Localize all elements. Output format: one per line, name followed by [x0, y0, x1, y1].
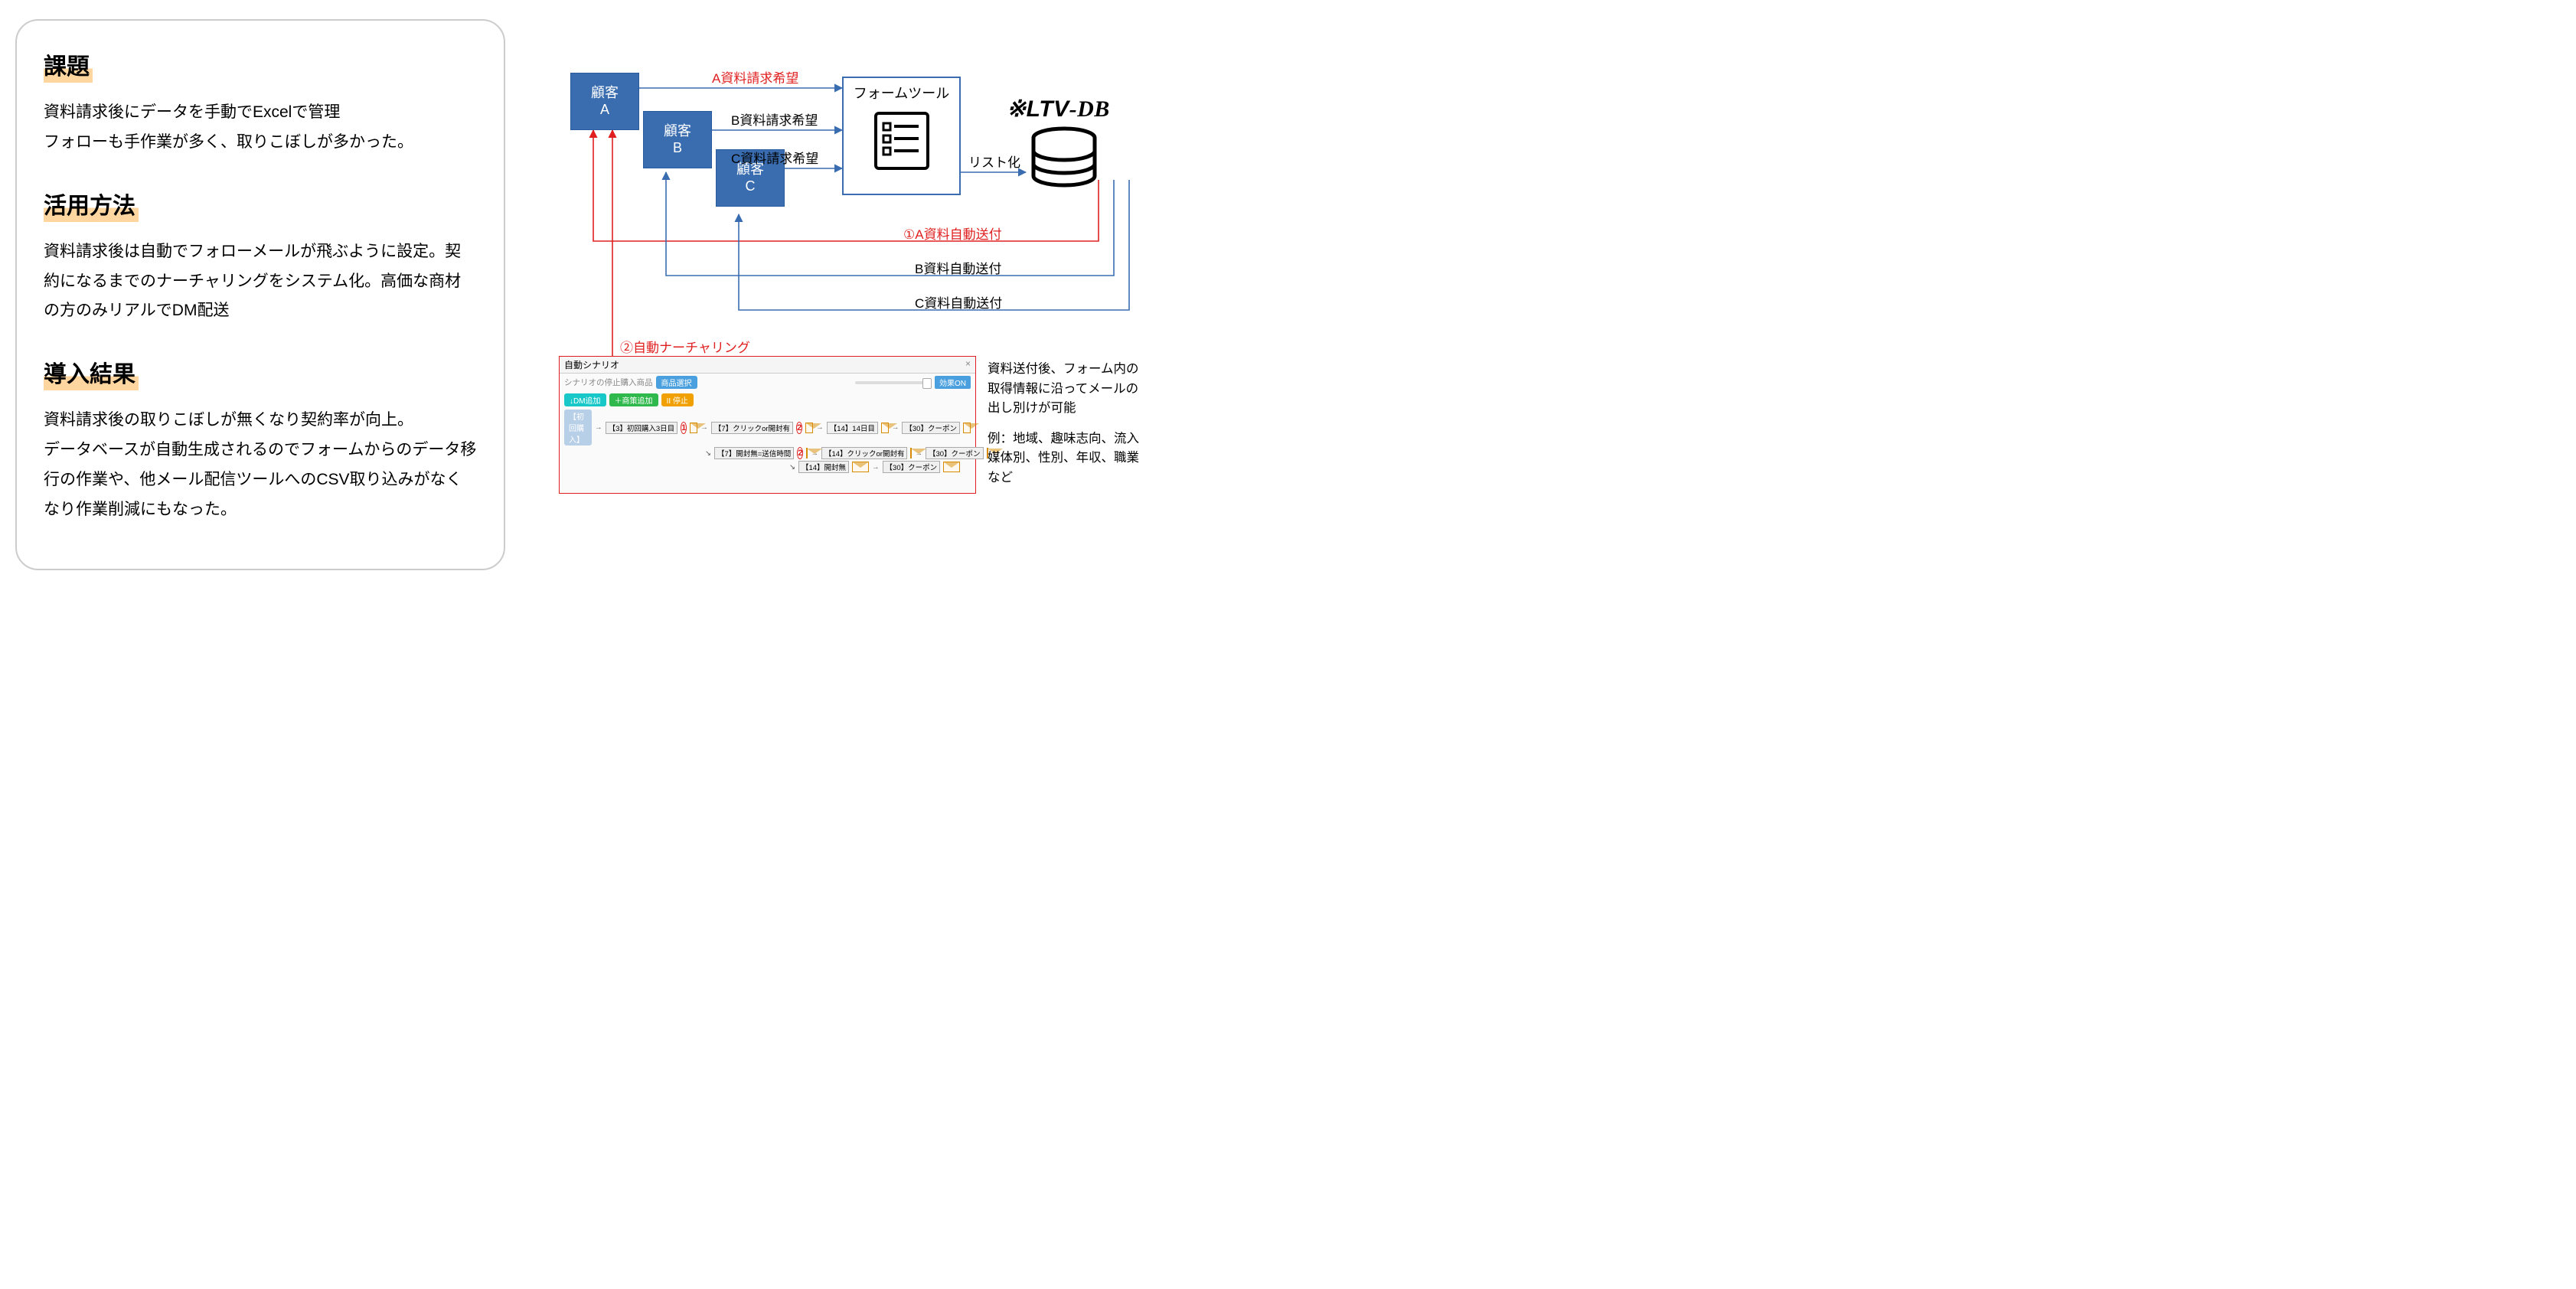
diagram-area: 顧客 A 顧客 B 顧客 C A資料請求希望 B資料請求希望 C資料請求希望 フ… [536, 31, 1164, 566]
effect-on-badge[interactable]: 効果ON [935, 376, 971, 389]
scenario-slider[interactable] [855, 381, 932, 384]
node-7b: 【7】開封無=送信時間 [714, 447, 794, 459]
arrow-icon: → [595, 423, 602, 432]
scenario-subtitle: シナリオの停止購入商品 [564, 377, 653, 388]
dm-add-button[interactable]: ↓DM追加 [564, 393, 606, 406]
scenario-toolbar-1: シナリオの停止購入商品 商品選択 効果ON [560, 374, 975, 391]
node-14: 【14】14日目 [827, 422, 878, 434]
label-req-a: A資料請求希望 [712, 67, 798, 86]
listify-label: リスト化 [968, 152, 1020, 171]
scenario-toolbar-2: ↓DM追加 ＋商策追加 II 停止 [560, 391, 975, 409]
node-30c: 【30】クーポン [883, 461, 941, 473]
node-30b: 【30】クーポン [926, 447, 984, 459]
customer-b: 顧客 B [643, 111, 712, 168]
left-panel: 課題 資料請求後にデータを手動でExcelで管理 フォローも手作業が多く、取りこ… [15, 19, 505, 570]
mail-icon [806, 448, 808, 458]
notes-p2: 例：地域、趣味志向、流入媒体別、性別、年収、職業など [988, 429, 1144, 488]
heading-result: 導入結果 [44, 355, 139, 390]
form-tool-label: フォームツール [854, 86, 949, 101]
mail-icon [690, 423, 697, 433]
start-node: 【初回購入】 [564, 410, 592, 445]
mail-icon [852, 462, 869, 472]
circle-1: 1 [681, 422, 687, 434]
node-14c: 【14】開封無 [798, 461, 849, 473]
ltv-hash-icon: ※ [1007, 96, 1027, 122]
form-list-icon [871, 109, 932, 174]
customer-a: 顧客 A [570, 73, 639, 130]
node-14b: 【14】クリックor開封有 [821, 447, 908, 459]
scenario-title: 自動シナリオ × [560, 357, 975, 374]
node-7a: 【7】クリックor開封有 [711, 422, 793, 434]
notes-block: 資料送付後、フォーム内の取得情報に沿ってメールの出し別けが可能 例：地域、趣味志… [988, 360, 1144, 488]
ltv-db-logo: ※LTV-DB [1007, 96, 1110, 122]
node-30a: 【30】クーポン [902, 422, 960, 434]
circle-2b: 2 [797, 447, 803, 459]
mail-icon [881, 423, 889, 433]
flow-row-3: ↘ 【14】開封無 → 【30】クーポン [560, 460, 975, 474]
mail-icon [805, 423, 813, 433]
mail-icon [963, 423, 971, 433]
label-auto-nurturing: ②自動ナーチャリング [620, 337, 750, 356]
scenario-title-text: 自動シナリオ [564, 360, 619, 370]
label-req-b: B資料請求希望 [731, 109, 818, 129]
measure-add-button[interactable]: ＋商策追加 [609, 393, 658, 406]
heading-usage: 活用方法 [44, 187, 139, 222]
scenario-window: 自動シナリオ × シナリオの停止購入商品 商品選択 効果ON ↓DM追加 ＋商策… [559, 356, 976, 494]
label-autosend-c: C資料自動送付 [915, 292, 1002, 312]
body-result: 資料請求後の取りこぼしが無くなり契約率が向上。 データベースが自動生成されるので… [44, 406, 477, 524]
node-3: 【3】初回購入3日目 [606, 422, 678, 434]
body-issue: 資料請求後にデータを手動でExcelで管理 フォローも手作業が多く、取りこぼしが… [44, 98, 477, 158]
notes-p1: 資料送付後、フォーム内の取得情報に沿ってメールの出し別けが可能 [988, 360, 1144, 419]
pause-button[interactable]: II 停止 [661, 393, 694, 406]
flow-row-2: ↘ 【7】開封無=送信時間 2 → 【14】クリックor開封有 → 【30】クー… [560, 446, 975, 460]
label-autosend-b: B資料自動送付 [915, 258, 1001, 277]
flow-row-1: 【初回購入】 → 【3】初回購入3日目 1 → 【7】クリックor開封有 2 →… [560, 409, 975, 446]
product-select-button[interactable]: 商品選択 [656, 376, 697, 389]
database-icon [1026, 126, 1102, 195]
label-req-c: C資料請求希望 [731, 148, 818, 167]
body-usage: 資料請求後は自動でフォローメールが飛ぶように設定。契約になるまでのナーチャリング… [44, 237, 477, 327]
close-icon[interactable]: × [965, 358, 971, 369]
label-autosend-a: ①A資料自動送付 [903, 224, 1002, 243]
form-tool-box: フォームツール [842, 77, 961, 195]
mail-icon [943, 462, 960, 472]
circle-2a: 2 [796, 422, 802, 434]
heading-issue: 課題 [44, 47, 93, 83]
mail-icon [910, 448, 912, 458]
